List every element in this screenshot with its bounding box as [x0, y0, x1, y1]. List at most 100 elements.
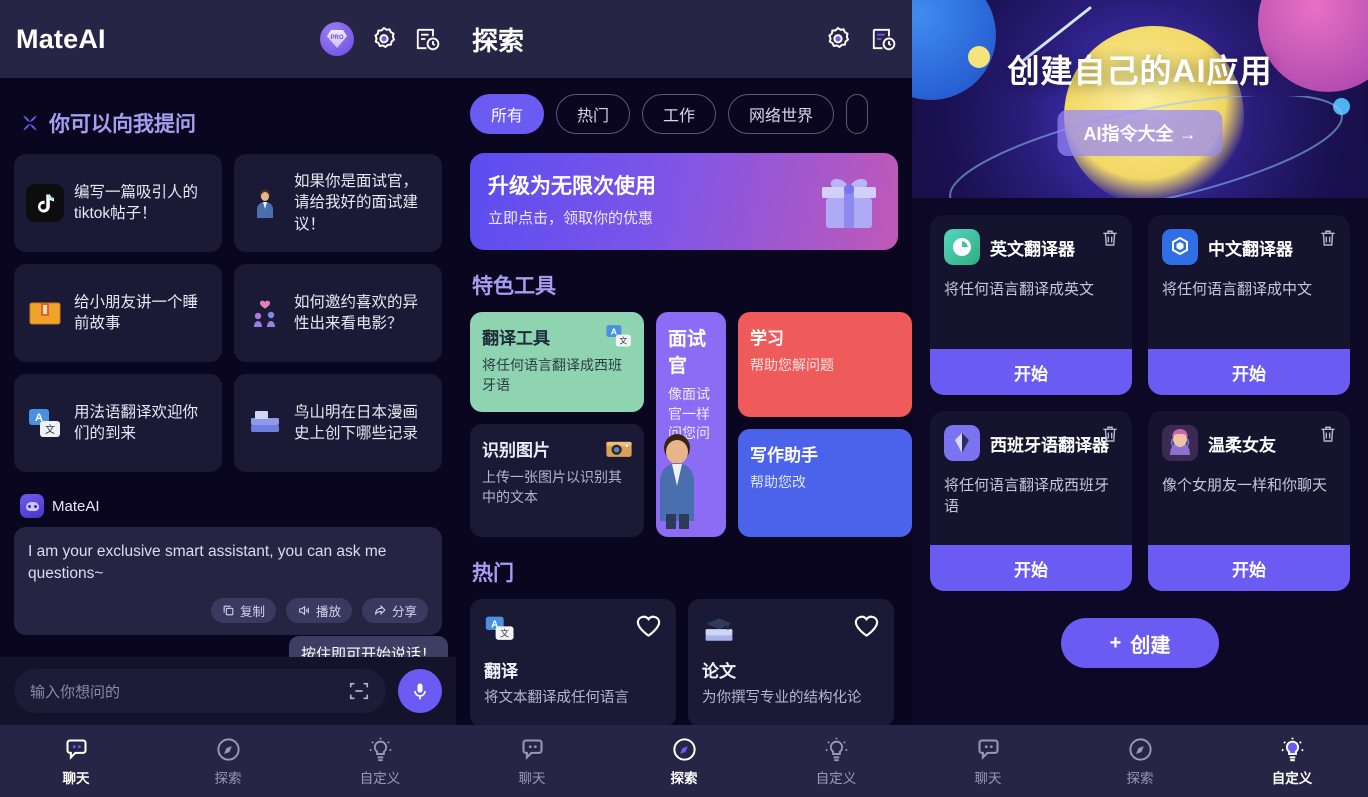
trash-icon[interactable] — [1100, 423, 1120, 444]
tool-card-writing[interactable]: 写作助手 帮助您改 — [738, 429, 912, 537]
interviewer-icon — [246, 184, 284, 222]
three-panel-screenshot: MateAI PRO 你可以向我提问 编写一篇吸引人的tiktok帖子！ 如果你… — [0, 0, 1368, 797]
compass-icon — [216, 737, 240, 761]
create-app-button[interactable]: + 创建 — [1061, 618, 1219, 668]
chip-hot[interactable]: 热门 — [556, 94, 631, 134]
heart-icon[interactable] — [853, 613, 880, 638]
chip-web-world[interactable]: 网络世界 — [728, 94, 835, 134]
gear-icon[interactable] — [824, 25, 852, 53]
suggestion-card[interactable]: 如何邀约喜欢的异性出来看电影？ — [234, 264, 442, 362]
history-icon[interactable] — [414, 26, 440, 52]
bulb-icon — [1281, 737, 1303, 761]
app-card-name: 西班牙语翻译器 — [990, 435, 1109, 455]
play-button[interactable]: 播放 — [285, 597, 352, 623]
custom-panel: 创建自己的AI应用 AI指令大全 → 英文翻译器 将任何语言翻译成英文 开始 中… — [912, 0, 1368, 797]
app-card[interactable]: 西班牙语翻译器 将任何语言翻译成西班牙语 开始 — [930, 411, 1132, 591]
suggestion-card[interactable]: 鸟山明在日本漫画史上创下哪些记录 — [234, 374, 442, 472]
ai-prompt-library-button[interactable]: AI指令大全 → — [1057, 110, 1223, 156]
explore-header-icons — [824, 25, 896, 53]
bot-avatar-icon — [20, 494, 44, 518]
heart-icon[interactable] — [635, 613, 662, 638]
play-button-label: 播放 — [315, 604, 341, 619]
tool-card-study[interactable]: 学习 帮助您解问题 — [738, 312, 912, 417]
nav-item-explore[interactable]: 探索 — [152, 736, 304, 787]
nav-item-custom[interactable]: 自定义 — [1216, 736, 1368, 787]
pro-badge-label: PRO — [330, 35, 344, 41]
trash-icon[interactable] — [1100, 227, 1120, 248]
nav-item-explore[interactable]: 探索 — [608, 736, 760, 787]
chat-header-icons: PRO — [320, 22, 440, 56]
app-start-button[interactable]: 开始 — [1148, 545, 1350, 591]
hot-card-desc: 将文本翻译成任何语言 — [484, 690, 629, 706]
upgrade-promo-banner[interactable]: 升级为无限次使用 立即点击，领取你的优惠 — [470, 153, 898, 250]
tool-card-interviewer[interactable]: 面试官 像面试官一样问您问题 — [656, 312, 726, 537]
app-card-name: 英文翻译器 — [990, 239, 1075, 259]
suggestion-card[interactable]: 编写一篇吸引人的tiktok帖子！ — [14, 154, 222, 252]
nav-item-chat[interactable]: 聊天 — [0, 736, 152, 787]
english-translator-icon — [944, 229, 980, 265]
nav-label: 自定义 — [1271, 770, 1313, 786]
app-start-button[interactable]: 开始 — [1148, 349, 1350, 395]
assistant-message-bubble: I am your exclusive smart assistant, you… — [14, 527, 448, 678]
nav-item-explore[interactable]: 探索 — [1064, 736, 1216, 787]
copy-button[interactable]: 复制 — [210, 597, 276, 623]
chinese-translator-icon — [1162, 229, 1198, 265]
gear-icon[interactable] — [370, 25, 398, 53]
featured-tools-col-left: 翻译工具 将任何语言翻译成西班牙语 A 文 识别图片 上传一张图片以识别其中的文… — [470, 312, 644, 537]
hot-card-translate[interactable]: A 文 翻译 将文本翻译成任何语言 — [470, 599, 676, 727]
custom-app-grid: 英文翻译器 将任何语言翻译成英文 开始 中文翻译器 将任何语言翻译成中文 开始 … — [912, 198, 1368, 591]
featured-tools-title: 特色工具 — [472, 275, 556, 298]
chat-input-wrap[interactable]: 输入你想问的 — [14, 669, 386, 713]
app-card[interactable]: 温柔女友 像个女朋友一样和你聊天 开始 — [1148, 411, 1350, 591]
suggestions-title: 你可以向我提问 — [49, 113, 196, 136]
date-icon — [246, 294, 284, 332]
chat-input-bar: 输入你想问的 — [0, 657, 456, 725]
trash-icon[interactable] — [1318, 423, 1338, 444]
copy-icon — [223, 605, 234, 616]
nav-item-chat[interactable]: 聊天 — [456, 736, 608, 787]
suggestion-card[interactable]: 给小朋友讲一个睡前故事 — [14, 264, 222, 362]
app-start-button[interactable]: 开始 — [930, 349, 1132, 395]
suggestion-text: 编写一篇吸引人的tiktok帖子！ — [74, 183, 199, 222]
interviewer-icon — [660, 434, 694, 529]
chat-icon — [65, 738, 87, 760]
trash-icon[interactable] — [1318, 227, 1338, 248]
microphone-button[interactable] — [398, 669, 442, 713]
app-start-button[interactable]: 开始 — [930, 545, 1132, 591]
nav-item-chat[interactable]: 聊天 — [912, 736, 1064, 787]
nav-label: 探索 — [670, 770, 698, 786]
suggestion-text: 鸟山明在日本漫画史上创下哪些记录 — [294, 403, 419, 442]
hot-section-title: 热门 — [472, 562, 514, 585]
hero-banner[interactable]: 创建自己的AI应用 AI指令大全 → — [912, 0, 1368, 198]
nav-label: 探索 — [1126, 770, 1154, 786]
tool-desc: 帮助您改 — [750, 474, 806, 490]
hot-card-desc: 为你撰写专业的结构化论 — [702, 690, 862, 706]
chip-all[interactable]: 所有 — [470, 94, 545, 134]
tool-card-translate[interactable]: 翻译工具 将任何语言翻译成西班牙语 A 文 — [470, 312, 644, 412]
manga-icon — [246, 404, 284, 442]
message-sender-name: MateAI — [52, 497, 100, 515]
tool-card-image-recognition[interactable]: 识别图片 上传一张图片以识别其中的文本 — [470, 424, 644, 537]
history-icon[interactable] — [870, 26, 896, 52]
featured-tools-col-right: 学习 帮助您解问题 写作助手 帮助您改 — [738, 312, 912, 537]
hot-card-paper[interactable]: 论文 为你撰写专业的结构化论 — [688, 599, 894, 727]
app-card[interactable]: 英文翻译器 将任何语言翻译成英文 开始 — [930, 215, 1132, 395]
nav-item-custom[interactable]: 自定义 — [760, 736, 912, 787]
spanish-translator-icon — [944, 425, 980, 461]
bottom-nav-explore-panel: 聊天 探索 自定义 — [456, 725, 912, 797]
suggestion-card[interactable]: A 文 用法语翻译欢迎你们的到来 — [14, 374, 222, 472]
chip-work[interactable]: 工作 — [642, 94, 717, 134]
bulb-icon — [369, 737, 391, 761]
app-card-name: 中文翻译器 — [1208, 239, 1293, 259]
pro-badge-icon[interactable]: PRO — [320, 22, 354, 56]
svg-text:文: 文 — [45, 423, 55, 436]
suggestion-card[interactable]: 如果你是面试官，请给我好的面试建议！ — [234, 154, 442, 252]
app-card[interactable]: 中文翻译器 将任何语言翻译成中文 开始 — [1148, 215, 1350, 395]
suggestion-text: 给小朋友讲一个睡前故事 — [74, 293, 199, 332]
nav-label: 自定义 — [815, 770, 857, 786]
share-button[interactable]: 分享 — [361, 597, 428, 623]
hot-card-grid: A 文 翻译 将文本翻译成任何语言 论文 为你撰写专业的结构化论 — [456, 599, 912, 727]
chip-overflow[interactable] — [846, 94, 869, 134]
nav-item-custom[interactable]: 自定义 — [304, 736, 456, 787]
books-icon — [705, 618, 733, 641]
